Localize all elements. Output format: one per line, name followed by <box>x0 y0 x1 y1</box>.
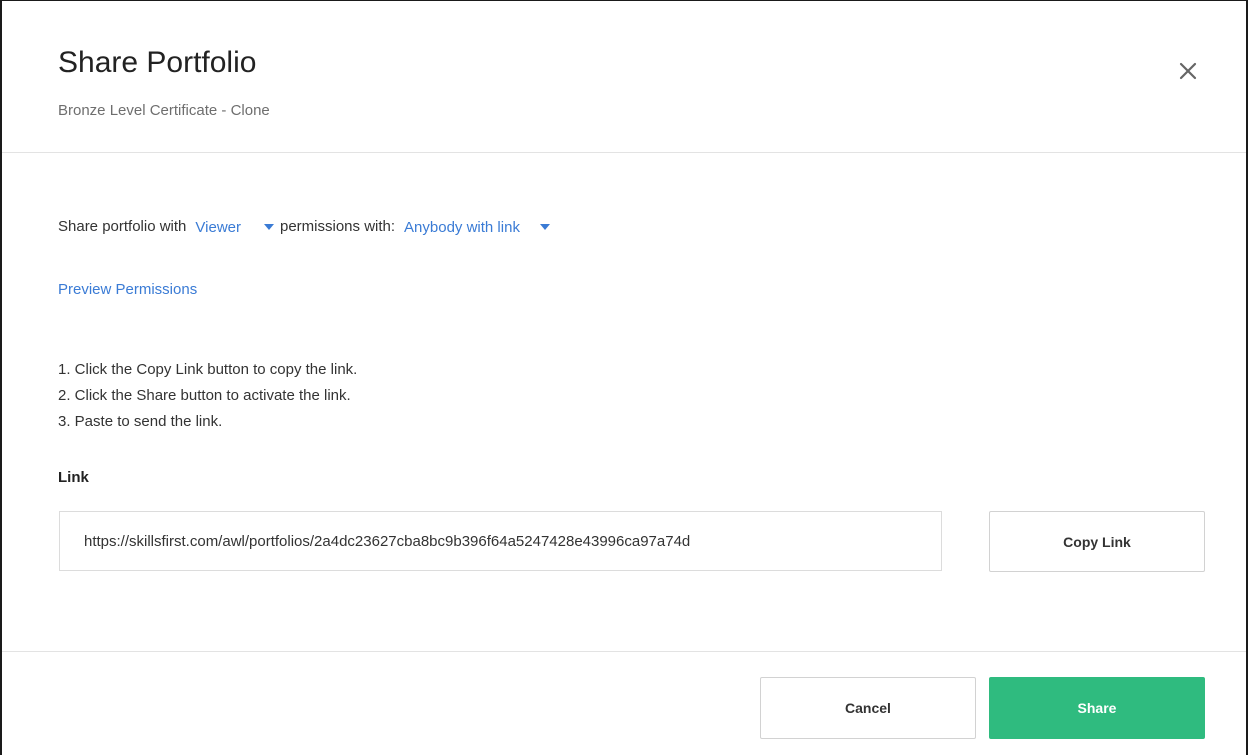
close-button[interactable] <box>1170 53 1206 89</box>
role-dropdown[interactable]: Viewer <box>195 219 274 236</box>
audience-dropdown[interactable]: Anybody with link <box>404 219 550 236</box>
copy-link-button[interactable]: Copy Link <box>989 511 1205 572</box>
instructions-list: 1. Click the Copy Link button to copy th… <box>58 357 357 435</box>
permissions-middle: permissions with: <box>280 218 396 235</box>
share-button[interactable]: Share <box>989 677 1205 739</box>
link-label: Link <box>58 469 89 486</box>
permissions-row: Share portfolio with Viewer permissions … <box>58 215 550 239</box>
dialog-subtitle: Bronze Level Certificate - Clone <box>58 102 270 119</box>
instruction-item: 2. Click the Share button to activate th… <box>58 387 351 404</box>
preview-permissions-link[interactable]: Preview Permissions <box>58 281 197 298</box>
instruction-item: 1. Click the Copy Link button to copy th… <box>58 361 358 378</box>
footer-divider <box>2 651 1246 652</box>
link-input[interactable] <box>59 511 942 571</box>
close-icon <box>1179 62 1197 80</box>
dialog-header: Share Portfolio Bronze Level Certificate… <box>2 1 1246 153</box>
caret-down-icon <box>264 224 274 230</box>
caret-down-icon <box>539 224 550 230</box>
audience-dropdown-value: Anybody with link <box>404 218 520 236</box>
permissions-prefix: Share portfolio with <box>58 218 187 235</box>
instruction-item: 3. Paste to send the link. <box>58 413 223 430</box>
dialog-title: Share Portfolio <box>58 46 257 79</box>
share-portfolio-dialog: Share Portfolio Bronze Level Certificate… <box>0 0 1248 755</box>
cancel-button[interactable]: Cancel <box>760 677 976 739</box>
role-dropdown-value: Viewer <box>195 218 241 236</box>
